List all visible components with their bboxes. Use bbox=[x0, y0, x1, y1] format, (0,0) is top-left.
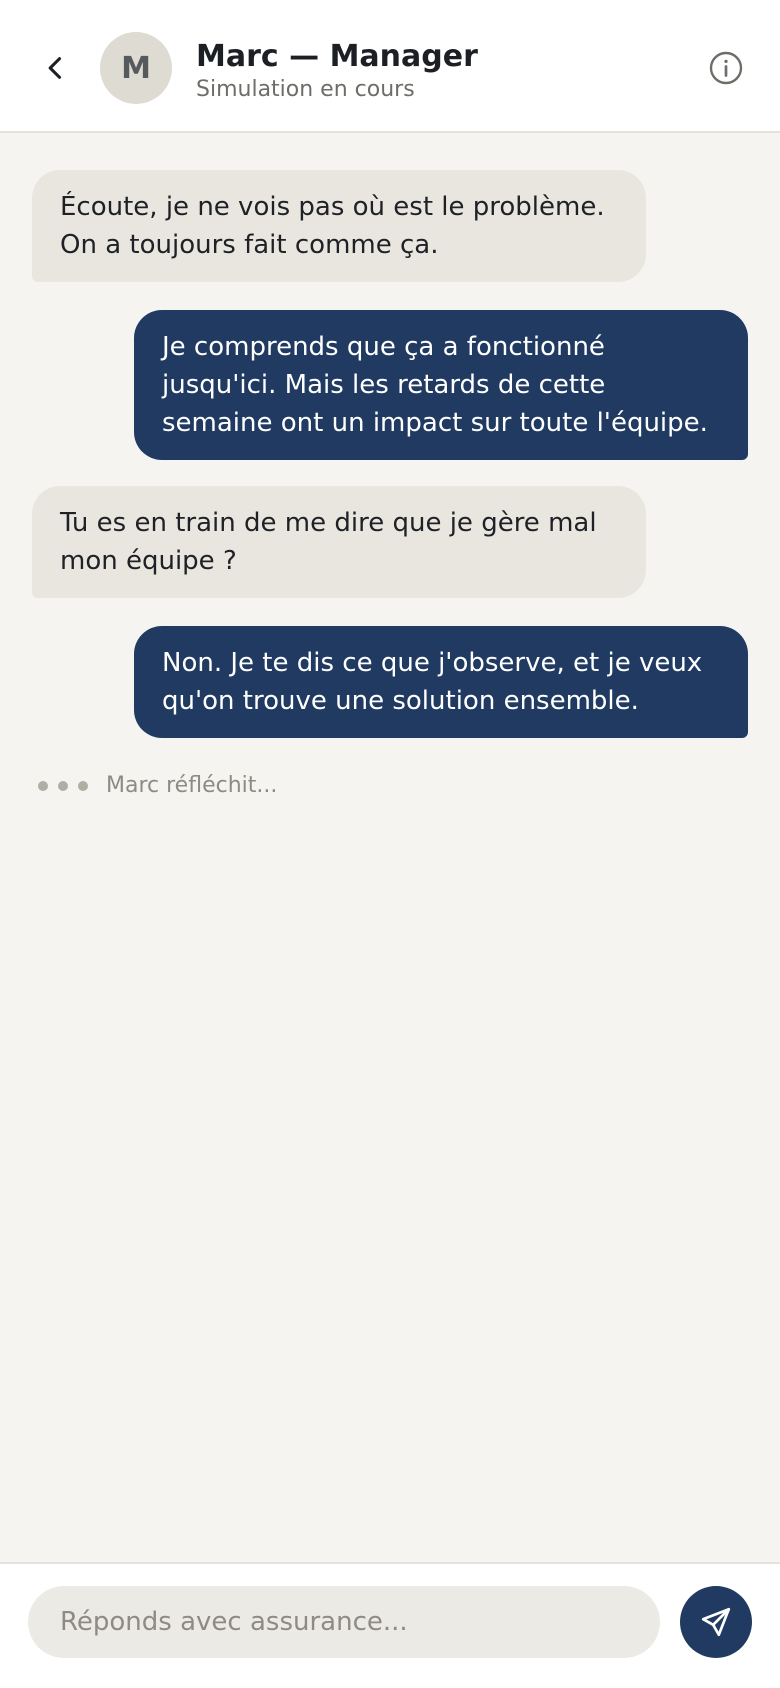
send-icon bbox=[701, 1607, 731, 1637]
info-icon bbox=[709, 51, 743, 85]
message-bubble-outgoing: Je comprends que ça a fonctionné jusqu'i… bbox=[134, 310, 748, 460]
send-button[interactable] bbox=[680, 1586, 752, 1658]
avatar: M bbox=[100, 32, 172, 104]
chat-screen: M Marc — Manager Simulation en cours Éco… bbox=[0, 0, 780, 1688]
contact-name: Marc — Manager bbox=[196, 39, 478, 74]
composer-bar bbox=[0, 1562, 780, 1688]
back-button[interactable] bbox=[36, 48, 76, 88]
chat-header: M Marc — Manager Simulation en cours bbox=[0, 0, 780, 133]
typing-dot bbox=[78, 780, 88, 791]
typing-dot bbox=[38, 780, 48, 791]
message-input[interactable] bbox=[28, 1586, 660, 1658]
contact-info: Marc — Manager Simulation en cours bbox=[196, 38, 478, 104]
chevron-left-icon bbox=[48, 57, 62, 79]
contact-status: Simulation en cours bbox=[196, 77, 415, 102]
avatar-initial: M bbox=[121, 50, 151, 86]
message-bubble-incoming: Tu es en train de me dire que je gère ma… bbox=[32, 486, 646, 598]
message-bubble-incoming: Écoute, je ne vois pas où est le problèm… bbox=[32, 170, 646, 282]
typing-text: Marc réfléchit... bbox=[106, 773, 278, 798]
info-button[interactable] bbox=[706, 48, 746, 88]
typing-indicator: Marc réfléchit... bbox=[38, 773, 277, 798]
message-bubble-outgoing: Non. Je te dis ce que j'observe, et je v… bbox=[134, 626, 748, 738]
typing-dot bbox=[58, 780, 68, 791]
